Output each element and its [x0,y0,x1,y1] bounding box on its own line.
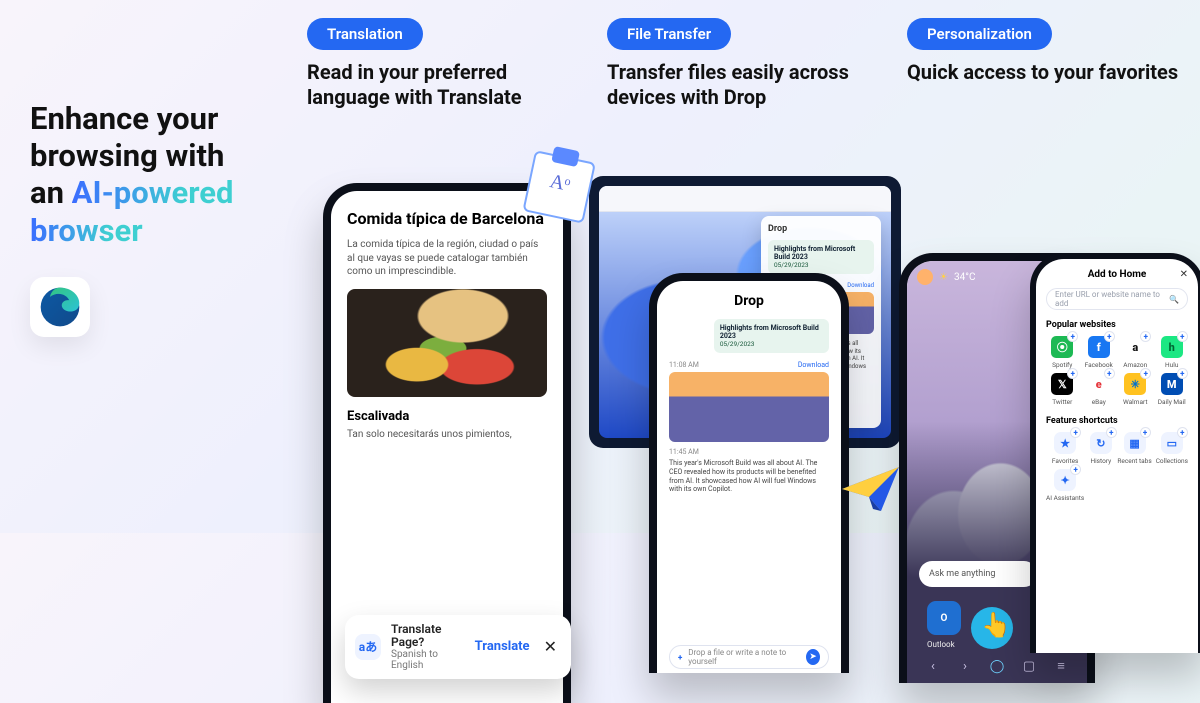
translation-column: Translation Read in your preferred langu… [295,0,595,533]
shortcut-tile[interactable]: ✦+AI Assistants [1046,469,1084,502]
article-title: Comida típica de Barcelona [347,209,547,228]
drop-phone-chip[interactable]: Highlights from Microsoft Build 2023 05/… [714,319,829,353]
shortcuts-heading: Feature shortcuts [1046,416,1188,426]
app-tile[interactable]: M+Daily Mail [1156,373,1189,406]
download-link[interactable]: Download [847,282,874,289]
bottom-nav: ‹ › ◯ ▢ ≡ [907,655,1087,677]
drop-phone: Drop Highlights from Microsoft Build 202… [649,273,849,673]
popular-apps-grid: ⦿+Spotifyf+Facebooka+Amazonh+Hulu 𝕏+Twitt… [1046,336,1188,406]
send-icon[interactable]: ➤ [806,649,820,665]
translate-prompt-bar: aあ Translate Page? Spanish to English Tr… [345,615,571,679]
drop-phone-blurb: This year's Microsoft Build was all abou… [669,459,829,494]
app-tile[interactable]: ✳+Walmart [1119,373,1152,406]
app-tile[interactable]: a+Amazon [1119,336,1152,369]
add-home-title: Add to Home [1046,269,1188,280]
nav-forward-icon[interactable]: › [954,655,976,677]
app-tile[interactable]: h+Hulu [1156,336,1189,369]
article-image [347,289,547,397]
intro-line3a: an [30,174,72,211]
intro-line1: Enhance your [30,100,218,137]
transfer-title: Transfer files easily across devices wit… [607,60,883,136]
translation-title: Read in your preferred language with Tra… [307,60,583,136]
add-url-input[interactable]: Enter URL or website name to add 🔍 [1046,288,1188,310]
shortcut-tile[interactable]: ★+Favorites [1046,432,1084,465]
paper-plane-icon [841,465,901,513]
transfer-pill: File Transfer [607,18,731,50]
article-subtitle: Escalivada [347,409,547,424]
close-icon[interactable]: ✕ [540,637,561,656]
nav-tabs-icon[interactable]: ▢ [1018,655,1040,677]
translate-sub: Spanish to English [391,649,465,671]
personal-title: Quick access to your favorites [907,60,1188,136]
transfer-column: File Transfer Transfer files easily acro… [595,0,895,533]
intro-gradient-2: browser [30,212,143,249]
status-bar: ☀ 34°C [917,269,975,285]
drop-phone-thumb[interactable] [669,372,829,442]
drop-file-chip[interactable]: Highlights from Microsoft Build 2023 05/… [768,240,874,274]
popular-heading: Popular websites [1046,320,1188,330]
shortcut-tile[interactable]: ▭+Collections [1156,432,1188,465]
temperature: 34°C [954,272,975,283]
article-subbody: Tan solo necesitarás unos pimientos, [347,428,547,442]
translate-icon: aあ [355,634,381,660]
nav-copilot-icon[interactable]: ◯ [986,655,1008,677]
weather-icon: ☀ [939,272,948,283]
shortcut-tile[interactable]: ▦+Recent tabs [1117,432,1151,465]
intro-line2: browsing with [30,137,224,174]
article-body: La comida típica de la región, ciudad o … [347,238,547,279]
intro-column: Enhance your browsing with an AI-powered… [0,0,295,533]
translate-button[interactable]: Translate [475,639,530,654]
app-tile[interactable]: 𝕏+Twitter [1046,373,1079,406]
browser-chrome [599,186,891,212]
translation-pill: Translation [307,18,423,50]
shortcuts-grid: ★+Favorites↻+History▦+Recent tabs▭+Colle… [1046,432,1188,502]
translation-phone: Comida típica de Barcelona La comida típ… [323,183,571,703]
drop-compose-input[interactable]: + Drop a file or write a note to yoursel… [669,645,829,669]
search-icon[interactable]: 🔍 [1169,295,1179,304]
close-icon[interactable]: ✕ [1180,269,1188,280]
drop-phone-title: Drop [669,293,829,309]
app-tile[interactable]: e+eBay [1083,373,1116,406]
add-home-phone: Add to Home ✕ Enter URL or website name … [1030,253,1200,653]
edge-logo-icon [30,277,90,337]
add-file-icon[interactable]: + [678,653,682,662]
app-tile[interactable]: ⦿+Spotify [1046,336,1079,369]
outlook-label: Outlook [927,640,955,649]
clipboard-icon: Aᵒ [522,142,597,223]
personal-column: Personalization Quick access to your fav… [895,0,1200,533]
ask-anything-input[interactable]: Ask me anything [919,561,1037,587]
app-tile[interactable]: f+Facebook [1083,336,1116,369]
nav-back-icon[interactable]: ‹ [922,655,944,677]
intro-gradient-1: AI-powered [72,174,234,211]
intro-headline: Enhance your browsing with an AI-powered… [30,100,275,249]
translate-question: Translate Page? [391,623,465,649]
tap-gesture-icon: 👆 [971,607,1013,649]
avatar-icon[interactable] [917,269,933,285]
personal-pill: Personalization [907,18,1052,50]
drop-panel-title: Drop [768,224,874,234]
shortcut-tile[interactable]: ↻+History [1088,432,1113,465]
outlook-app-icon[interactable]: O [927,601,961,635]
nav-menu-icon[interactable]: ≡ [1050,655,1072,677]
